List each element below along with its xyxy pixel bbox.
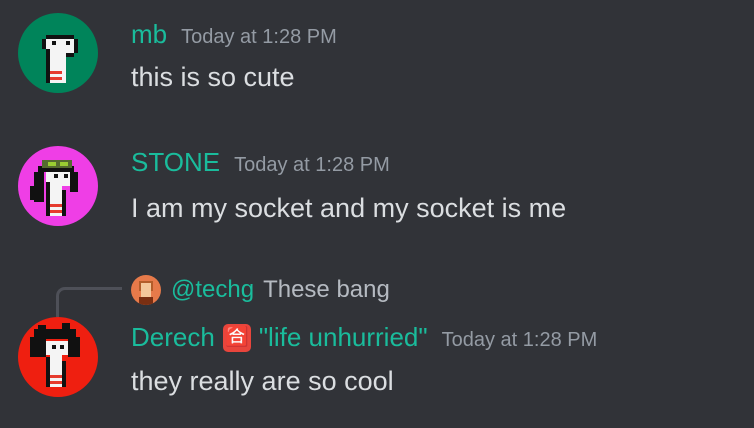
timestamp[interactable]: Today at 1:28 PM	[181, 26, 337, 49]
timestamp[interactable]: Today at 1:28 PM	[442, 329, 598, 352]
reply-username[interactable]: @techg	[171, 276, 254, 304]
avatar[interactable]	[18, 146, 98, 226]
avatar[interactable]	[18, 317, 98, 397]
role-icon[interactable]: 🈴	[222, 323, 251, 352]
message-header: mb Today at 1:28 PM	[131, 19, 337, 50]
reply-spine-icon	[56, 287, 122, 317]
reply-preview[interactable]: @techg These bang	[131, 275, 390, 305]
reply-text[interactable]: These bang	[263, 276, 390, 304]
avatar[interactable]	[18, 13, 98, 93]
message-content: they really are so cool	[131, 366, 394, 396]
reply-avatar	[131, 275, 161, 305]
username[interactable]: STONE	[131, 147, 220, 178]
dino-avatar-icon	[18, 13, 98, 93]
username[interactable]: Derech	[131, 322, 215, 353]
status-tag: "life unhurried"	[258, 322, 428, 352]
chat-messages: mb Today at 1:28 PM this is so cute STON…	[0, 0, 754, 428]
timestamp[interactable]: Today at 1:28 PM	[234, 154, 390, 177]
dino-avatar-icon	[18, 317, 98, 397]
message-header: STONE Today at 1:28 PM	[131, 147, 390, 178]
message-content: I am my socket and my socket is me	[131, 193, 567, 223]
message-header: Derech 🈴 "life unhurried" Today at 1:28 …	[131, 322, 597, 353]
reply-avatar-icon	[131, 275, 161, 305]
username[interactable]: mb	[131, 19, 167, 50]
message-content: this is so cute	[131, 62, 295, 92]
dino-avatar-icon	[18, 146, 98, 226]
